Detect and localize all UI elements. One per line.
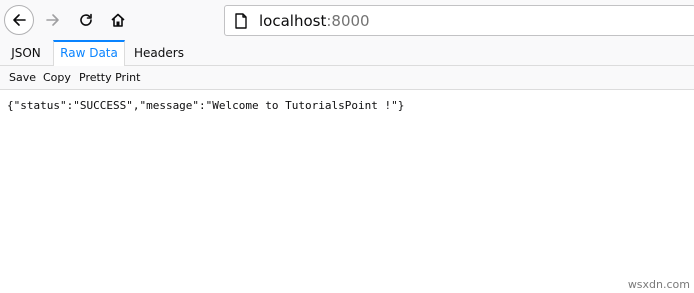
forward-button[interactable] xyxy=(38,5,68,35)
raw-data-toolbar: Save Copy Pretty Print xyxy=(0,66,694,90)
url-text: localhost:8000 xyxy=(259,12,370,30)
copy-button[interactable]: Copy xyxy=(43,66,71,90)
tab-raw-data[interactable]: Raw Data xyxy=(53,40,125,67)
back-arrow-icon xyxy=(13,14,26,26)
forward-arrow-icon xyxy=(46,14,59,26)
page-info-icon[interactable] xyxy=(233,12,249,29)
url-host: localhost xyxy=(259,11,327,30)
tab-json[interactable]: JSON xyxy=(4,40,48,66)
home-icon xyxy=(111,13,125,27)
back-button[interactable] xyxy=(4,5,34,35)
watermark: wsxdn.com xyxy=(627,278,690,291)
save-button[interactable]: Save xyxy=(9,66,36,90)
tab-headers[interactable]: Headers xyxy=(129,40,189,66)
url-port: :8000 xyxy=(326,11,370,30)
reload-button[interactable] xyxy=(71,5,101,35)
json-viewer-tabs: JSON Raw Data Headers xyxy=(0,40,694,67)
home-button[interactable] xyxy=(103,5,133,35)
reload-icon xyxy=(80,13,92,26)
raw-json-text: {"status":"SUCCESS","message":"Welcome t… xyxy=(7,99,405,112)
pretty-print-button[interactable]: Pretty Print xyxy=(79,66,140,90)
url-bar[interactable]: localhost:8000 xyxy=(224,5,694,36)
browser-toolbar: localhost:8000 xyxy=(0,0,694,40)
